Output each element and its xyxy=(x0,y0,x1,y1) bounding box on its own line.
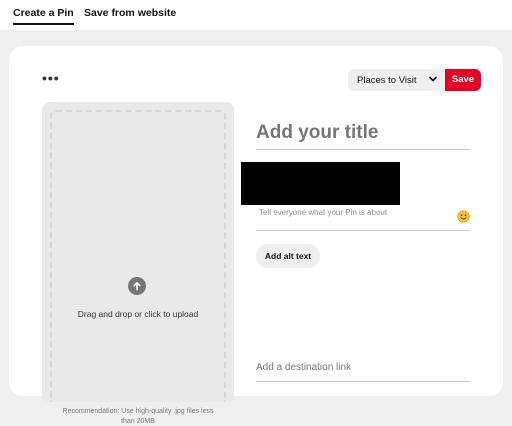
chevron-down-icon xyxy=(429,76,437,82)
arrow-up-circle-icon xyxy=(128,277,146,295)
top-tab-bar: Create a Pin Save from website xyxy=(0,0,512,30)
add-alt-text-button[interactable]: Add alt text xyxy=(256,244,320,268)
upload-instruction: Drag and drop or click to upload xyxy=(77,309,199,319)
tab-save-from-website[interactable]: Save from website xyxy=(84,7,176,19)
upload-dropzone-border xyxy=(50,110,226,402)
pin-description-input[interactable]: Tell everyone what your Pin is about xyxy=(256,208,470,231)
more-options-icon[interactable]: ••• xyxy=(42,71,59,85)
destination-link-input[interactable]: Add a destination link xyxy=(256,362,470,382)
board-select-dropdown[interactable]: Places to Visit xyxy=(348,69,445,91)
tab-create-a-pin[interactable]: Create a Pin xyxy=(13,7,74,25)
pin-builder-card: ••• Places to Visit Save Drag and drop o… xyxy=(9,46,503,425)
board-select-value: Places to Visit xyxy=(357,75,417,86)
upload-recommendation: Recommendation: Use high-quality .jpg fi… xyxy=(62,408,214,425)
save-button[interactable]: Save xyxy=(445,69,481,91)
smiley-emoji-icon[interactable] xyxy=(457,210,470,223)
image-upload-area[interactable]: Drag and drop or click to upload Recomme… xyxy=(42,102,234,425)
redacted-block xyxy=(241,162,400,205)
pin-title-input[interactable]: Add your title xyxy=(256,122,470,150)
